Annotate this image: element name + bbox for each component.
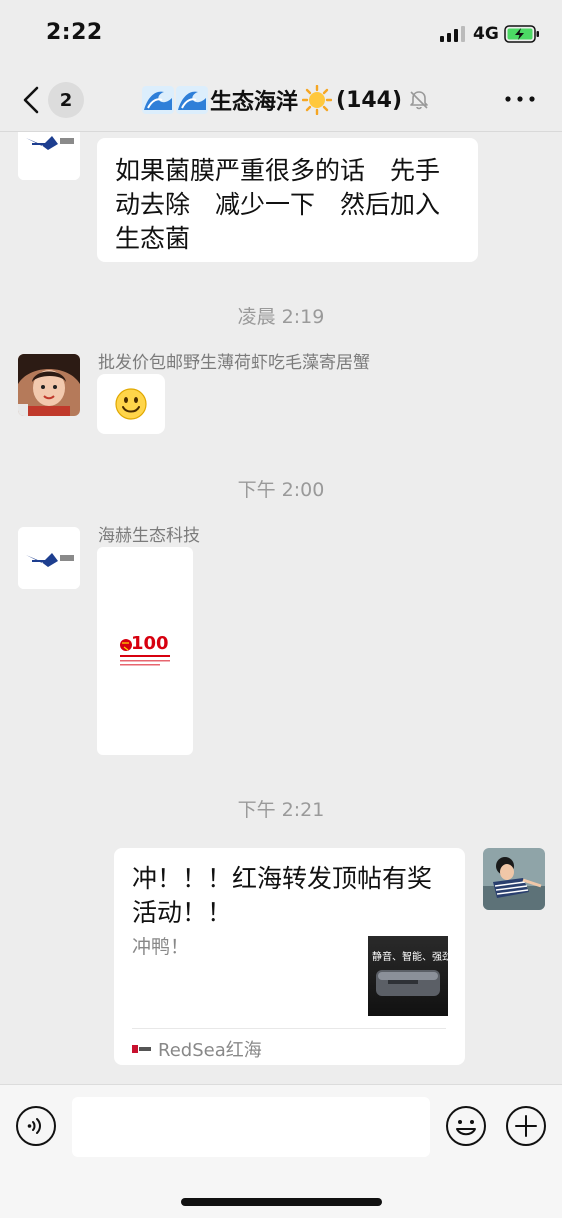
- timestamp: 下午 2:00: [237, 479, 325, 501]
- smiley-emoji-icon: [115, 388, 147, 420]
- unread-count-badge: 2: [48, 82, 84, 118]
- avatar[interactable]: [18, 132, 80, 180]
- pump-product-image: [376, 970, 440, 996]
- muted-bell-icon: [410, 91, 428, 110]
- message-text: 如果菌膜严重很多的话 先手动去除 减少一下 然后加入生态菌: [115, 156, 441, 253]
- child-photo-avatar: [483, 848, 545, 910]
- status-time: 2:22: [46, 20, 103, 45]
- haihe-logo-icon: [18, 132, 80, 180]
- timestamp: 下午 2:21: [237, 799, 325, 821]
- home-indicator[interactable]: [181, 1198, 382, 1206]
- link-card-thumbnail: 静音、智能、强劲: [368, 936, 448, 1016]
- chat-header: 2 生态海洋 (144): [0, 66, 562, 132]
- link-card-source: RedSea红海: [132, 1036, 262, 1062]
- centenary-image: 100: [117, 631, 173, 671]
- sun-emoji-icon: [302, 85, 333, 115]
- more-options-icon[interactable]: [502, 90, 538, 108]
- network-type: 4G: [473, 24, 499, 44]
- message-list[interactable]: 如果菌膜严重很多的话 先手动去除 减少一下 然后加入生态菌 凌晨 2:19 批发…: [0, 132, 562, 1084]
- sticker-bubble[interactable]: [97, 374, 165, 434]
- chat-screen: 2:22 4G 2 生态海洋 (144) 如果菌膜严重很多的话 先手动去除 减少…: [0, 0, 562, 1218]
- voice-input-icon[interactable]: [15, 1105, 57, 1147]
- back-button[interactable]: 2: [18, 80, 88, 120]
- cellular-signal-icon: [440, 26, 465, 42]
- battery-charging-icon: [504, 25, 539, 43]
- centenary-number: 100: [131, 633, 169, 654]
- link-card[interactable]: 冲！！！红海转发顶帖有奖活动！！ 冲鸭！ 静音、智能、强劲 RedSea红海: [114, 848, 465, 1065]
- avatar[interactable]: [18, 527, 80, 589]
- redsea-logo-icon: [132, 1045, 151, 1053]
- link-card-description: 冲鸭！: [132, 936, 190, 958]
- message-input[interactable]: [72, 1097, 430, 1157]
- image-message[interactable]: 100: [97, 547, 193, 755]
- avatar[interactable]: [18, 354, 80, 416]
- chevron-left-icon: [23, 86, 39, 114]
- water-wave-emoji-icon: [176, 86, 208, 114]
- link-card-source-name: RedSea红海: [158, 1040, 262, 1061]
- child-photo-avatar: [18, 354, 80, 416]
- input-bar: [0, 1084, 562, 1218]
- card-divider: [132, 1028, 446, 1029]
- sender-name: 海赫生态科技: [98, 526, 200, 546]
- water-wave-emoji-icon: [142, 86, 174, 114]
- status-bar: 2:22 4G: [0, 0, 562, 66]
- link-card-title: 冲！！！红海转发顶帖有奖活动！！: [132, 864, 433, 927]
- member-count: (144): [336, 87, 403, 113]
- emoji-icon[interactable]: [445, 1105, 487, 1147]
- chat-title: 生态海洋 (144): [142, 84, 430, 116]
- timestamp: 凌晨 2:19: [237, 306, 325, 328]
- own-avatar[interactable]: [483, 848, 545, 910]
- haihe-logo-icon: [18, 527, 80, 589]
- chat-title-text: 生态海洋: [210, 90, 299, 115]
- sender-name: 批发价包邮野生薄荷虾吃毛藻寄居蟹: [98, 353, 370, 373]
- plus-icon[interactable]: [505, 1105, 547, 1147]
- message-bubble[interactable]: 如果菌膜严重很多的话 先手动去除 减少一下 然后加入生态菌: [97, 138, 478, 262]
